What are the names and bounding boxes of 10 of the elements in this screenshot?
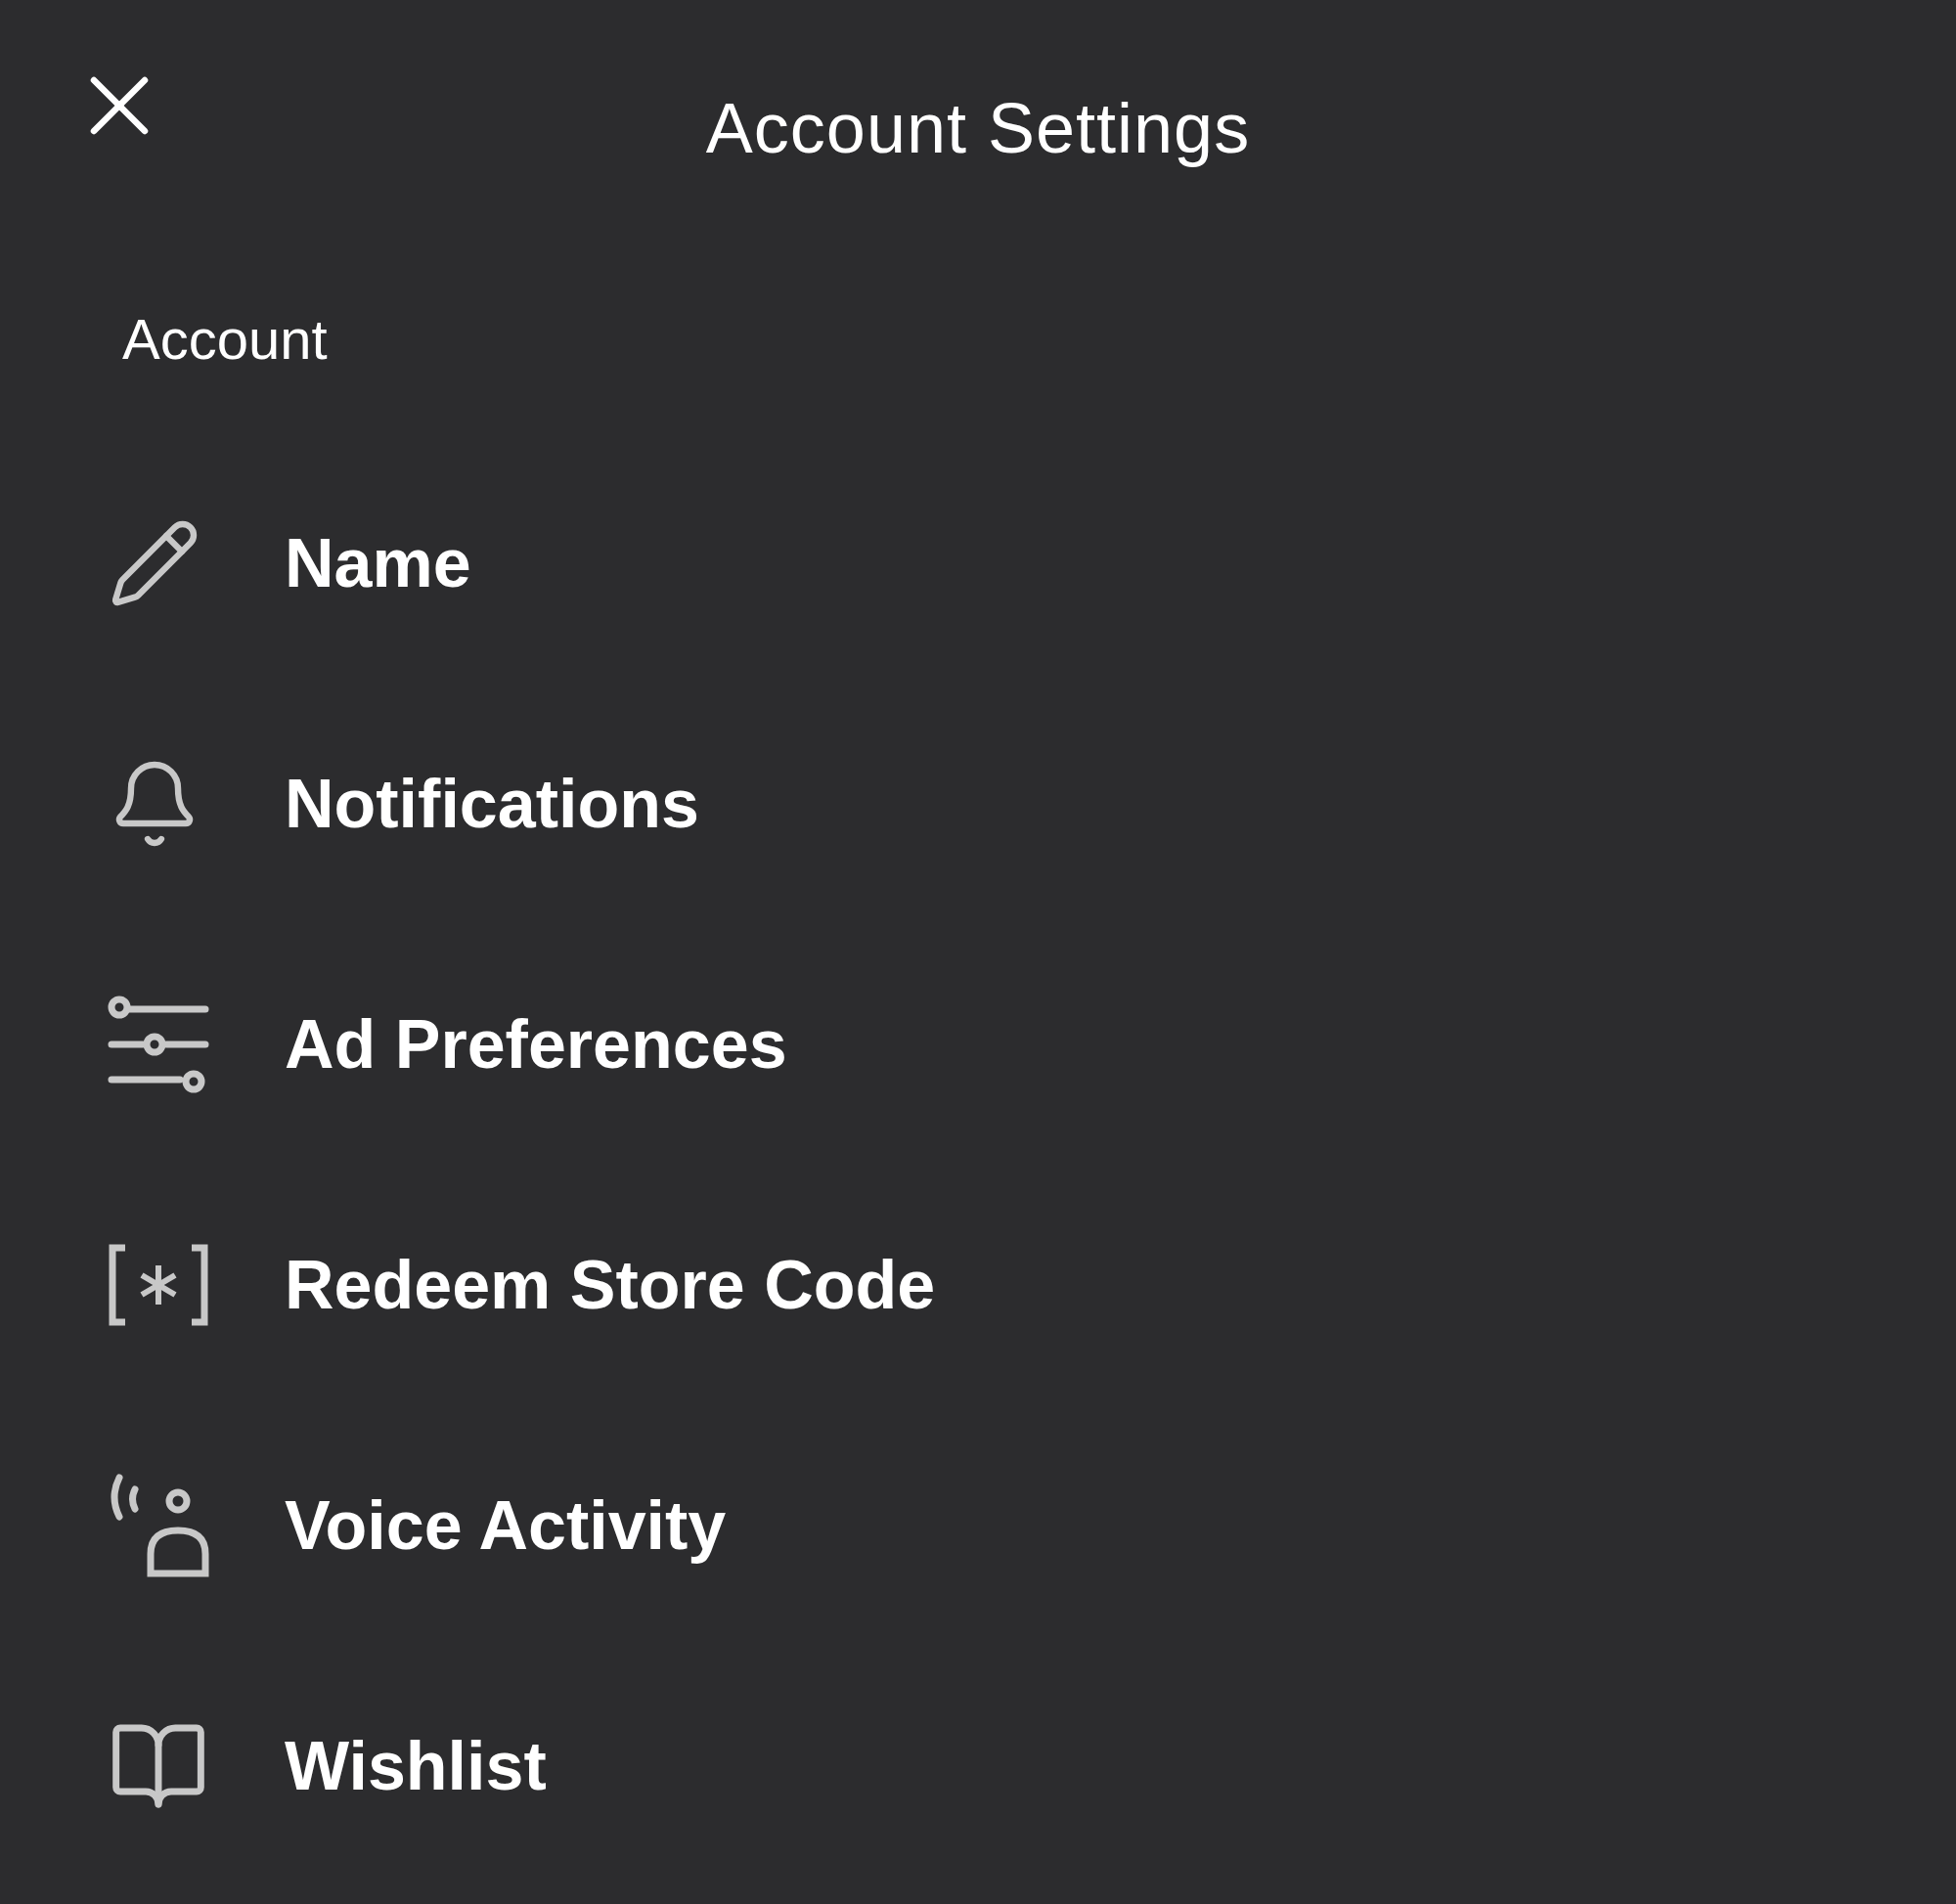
sliders-icon <box>108 996 209 1093</box>
settings-item[interactable]: Notifications <box>0 684 1956 924</box>
section-heading: Account <box>121 306 328 368</box>
settings-item[interactable]: Name <box>0 443 1956 684</box>
bracketed-asterisk-icon <box>108 1244 209 1326</box>
settings-item[interactable]: Ad Preferences <box>0 924 1956 1165</box>
person-sound-icon <box>108 1472 209 1579</box>
settings-item[interactable]: Redeem Store Code <box>0 1165 1956 1405</box>
settings-item[interactable]: Wishlist <box>0 1646 1956 1886</box>
settings-item[interactable]: Voice Activity <box>0 1405 1956 1646</box>
